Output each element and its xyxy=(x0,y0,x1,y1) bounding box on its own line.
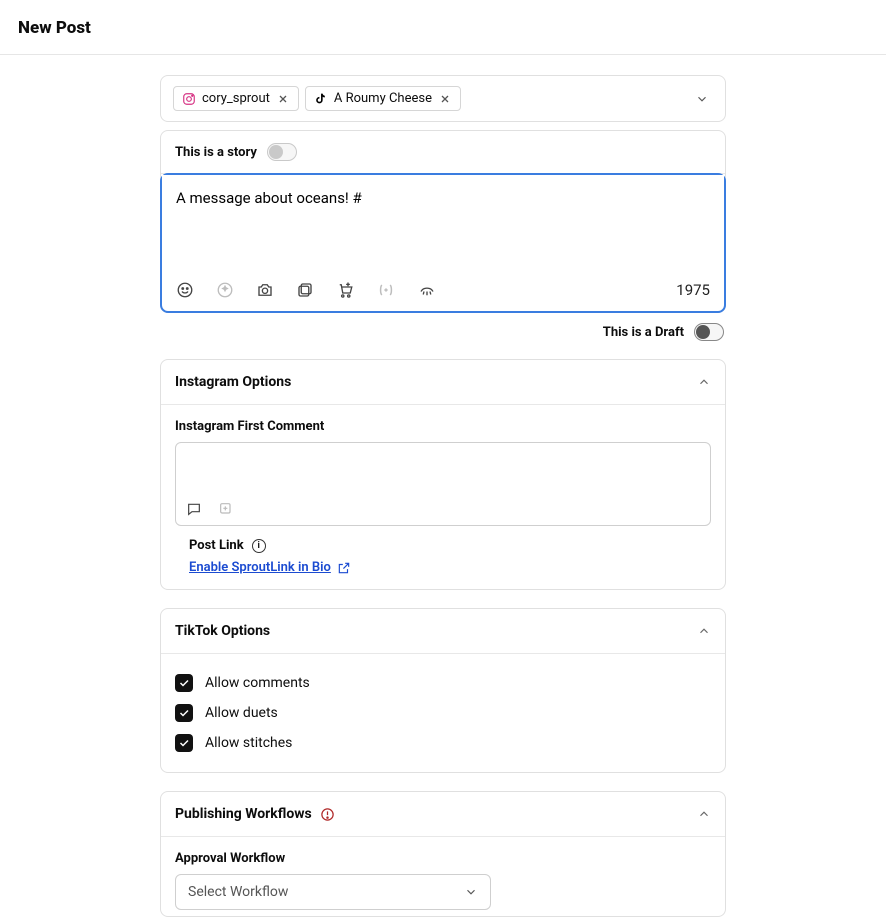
enable-sproutlink-link[interactable]: Enable SproutLink in Bio xyxy=(189,560,331,575)
allow-comments-checkbox[interactable] xyxy=(175,674,193,692)
saved-replies-icon[interactable] xyxy=(218,501,234,517)
remove-account-button[interactable] xyxy=(438,92,452,106)
checkbox-label: Allow stitches xyxy=(205,735,292,751)
draft-toggle[interactable] xyxy=(694,323,724,341)
composer-toolbar: 1975 xyxy=(162,271,724,311)
chevron-down-icon xyxy=(464,885,478,899)
account-selector[interactable]: cory_sprout A Roumy Cheese xyxy=(160,75,726,122)
post-link-label: Post Link xyxy=(189,538,244,553)
approval-workflow-label: Approval Workflow xyxy=(175,851,711,866)
instagram-icon xyxy=(182,92,196,106)
external-link-icon xyxy=(337,561,351,575)
select-value: Select Workflow xyxy=(188,884,288,900)
info-icon[interactable]: i xyxy=(252,539,266,553)
account-chip-label: A Roumy Cheese xyxy=(334,91,432,106)
draft-toggle-label: This is a Draft xyxy=(603,325,684,340)
account-chip-label: cory_sprout xyxy=(202,91,270,106)
remove-account-button[interactable] xyxy=(276,92,290,106)
first-comment-input[interactable] xyxy=(175,442,711,526)
story-toggle[interactable] xyxy=(267,143,297,161)
tiktok-options-header[interactable]: TikTok Options xyxy=(161,609,725,653)
story-toggle-label: This is a story xyxy=(175,145,257,160)
variable-icon[interactable] xyxy=(376,281,396,299)
character-count: 1975 xyxy=(676,281,710,299)
instagram-options-header[interactable]: Instagram Options xyxy=(161,360,725,404)
composer: This is a story xyxy=(160,130,726,313)
publishing-workflows-header[interactable]: Publishing Workflows xyxy=(161,792,725,836)
section-title: Instagram Options xyxy=(175,374,291,390)
camera-icon[interactable] xyxy=(256,281,274,299)
warning-icon xyxy=(320,807,335,822)
comment-icon[interactable] xyxy=(186,501,202,517)
section-title: Publishing Workflows xyxy=(175,806,312,822)
tiktok-options-section: TikTok Options Allow comments Allow duet… xyxy=(160,608,726,773)
checkbox-label: Allow comments xyxy=(205,675,310,691)
gallery-icon[interactable] xyxy=(296,281,314,299)
post-text-input[interactable] xyxy=(162,175,724,267)
ai-assist-icon[interactable] xyxy=(216,281,234,299)
checkbox-label: Allow duets xyxy=(205,705,278,721)
alt-text-icon[interactable] xyxy=(418,281,436,299)
emoji-icon[interactable] xyxy=(176,281,194,299)
account-dropdown-toggle[interactable] xyxy=(691,88,713,110)
section-title: TikTok Options xyxy=(175,623,270,639)
publishing-workflows-section: Publishing Workflows Approval Workflow S… xyxy=(160,791,726,917)
chevron-up-icon xyxy=(697,375,711,389)
chevron-up-icon xyxy=(697,624,711,638)
first-comment-label: Instagram First Comment xyxy=(175,419,711,434)
allow-duets-checkbox[interactable] xyxy=(175,704,193,722)
account-chip-tiktok: A Roumy Cheese xyxy=(305,86,461,111)
tiktok-icon xyxy=(314,92,328,106)
product-tag-icon[interactable] xyxy=(336,281,354,299)
instagram-options-section: Instagram Options Instagram First Commen… xyxy=(160,359,726,590)
chevron-up-icon xyxy=(697,807,711,821)
account-chip-instagram: cory_sprout xyxy=(173,86,299,111)
workflow-select[interactable]: Select Workflow xyxy=(175,874,491,910)
page-title: New Post xyxy=(18,18,868,38)
allow-stitches-checkbox[interactable] xyxy=(175,734,193,752)
